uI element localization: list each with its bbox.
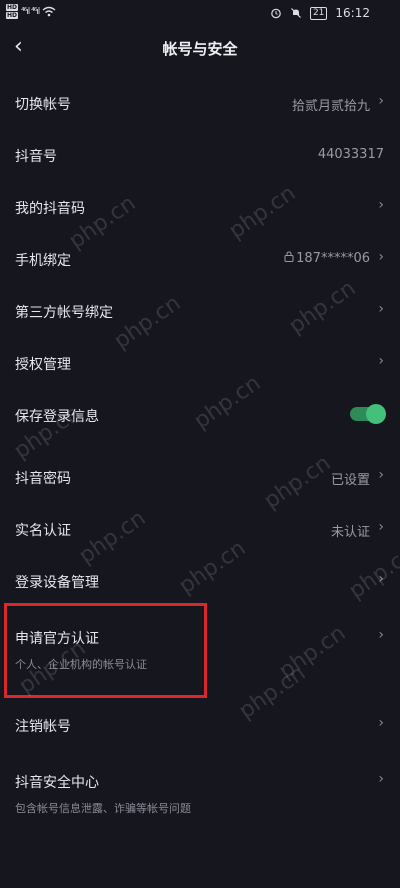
chevron-right-icon: › xyxy=(378,771,384,787)
row-delete-account[interactable]: 注销帐号 › xyxy=(0,704,400,744)
row-authorization[interactable]: 授权管理 › xyxy=(0,342,400,382)
row-label: 我的抖音码 xyxy=(15,201,85,217)
row-label: 抖音号 xyxy=(15,149,57,165)
lock-icon xyxy=(284,251,294,262)
page-title: 帐号与安全 xyxy=(162,40,238,58)
hd-bottom: HD xyxy=(6,12,19,19)
row-label: 抖音密码 xyxy=(15,471,71,487)
row-device-management[interactable]: 登录设备管理 › xyxy=(0,560,400,600)
chevron-right-icon: › xyxy=(378,249,384,265)
row-label: 手机绑定 xyxy=(15,253,71,269)
hd-indicator: HD HD xyxy=(6,4,19,19)
row-save-login: 保存登录信息 xyxy=(0,394,400,434)
nav-header: ‹ 帐号与安全 xyxy=(0,28,400,68)
row-label: 授权管理 xyxy=(15,357,71,373)
row-label: 抖音安全中心 xyxy=(15,775,99,791)
chevron-right-icon: › xyxy=(378,467,384,483)
row-value: 已设置 xyxy=(330,473,370,488)
row-value: 187*****06 xyxy=(296,251,370,266)
row-third-party-binding[interactable]: 第三方帐号绑定 › xyxy=(0,290,400,330)
chevron-right-icon: › xyxy=(378,571,384,587)
chevron-right-icon: › xyxy=(378,301,384,317)
toggle-knob xyxy=(366,404,386,424)
row-value-wrap: 187*****06 xyxy=(284,251,370,266)
mute-bell-icon xyxy=(291,8,301,18)
hd-top: HD xyxy=(6,4,19,11)
row-label: 登录设备管理 xyxy=(15,575,99,591)
row-security-center[interactable]: 抖音安全中心 包含帐号信息泄露、诈骗等帐号问题 › xyxy=(0,762,400,822)
row-value: 44033317 xyxy=(317,147,384,162)
row-value: 未认证 xyxy=(330,525,370,540)
row-password[interactable]: 抖音密码 已设置 › xyxy=(0,456,400,496)
highlight-box xyxy=(4,603,207,698)
wifi-icon xyxy=(42,6,56,17)
chevron-right-icon: › xyxy=(378,519,384,535)
status-right: 21 16:12 xyxy=(270,6,370,20)
row-real-name[interactable]: 实名认证 未认证 › xyxy=(0,508,400,548)
row-label: 切换帐号 xyxy=(15,97,71,113)
clock: 16:12 xyxy=(335,6,370,20)
row-douyin-id[interactable]: 抖音号 44033317 xyxy=(0,134,400,174)
status-bar: HD HD ⁴⁶ıl ⁴⁶ıl 21 16:12 xyxy=(0,0,400,28)
signal-icon: ⁴⁶ıl ⁴⁶ıl xyxy=(21,6,40,17)
chevron-right-icon: › xyxy=(378,627,384,643)
row-label: 实名认证 xyxy=(15,523,71,539)
row-value: 拾贰月贰拾九 xyxy=(291,99,370,114)
save-login-toggle[interactable] xyxy=(350,404,386,424)
chevron-right-icon: › xyxy=(378,353,384,369)
row-sublabel: 包含帐号信息泄露、诈骗等帐号问题 xyxy=(15,802,191,815)
row-label: 保存登录信息 xyxy=(15,409,99,425)
alarm-icon xyxy=(271,8,281,19)
status-left: HD HD ⁴⁶ıl ⁴⁶ıl xyxy=(6,4,56,19)
battery-icon: 21 xyxy=(309,6,328,20)
row-switch-account[interactable]: 切换帐号 拾贰月贰拾九 › xyxy=(0,82,400,122)
chevron-right-icon: › xyxy=(378,93,384,109)
chevron-right-icon: › xyxy=(378,197,384,213)
row-label: 注销帐号 xyxy=(15,719,71,735)
row-my-qrcode[interactable]: 我的抖音码 › xyxy=(0,186,400,226)
row-label: 第三方帐号绑定 xyxy=(15,305,113,321)
row-phone-binding[interactable]: 手机绑定 187*****06 › xyxy=(0,238,400,278)
chevron-right-icon: › xyxy=(378,715,384,731)
